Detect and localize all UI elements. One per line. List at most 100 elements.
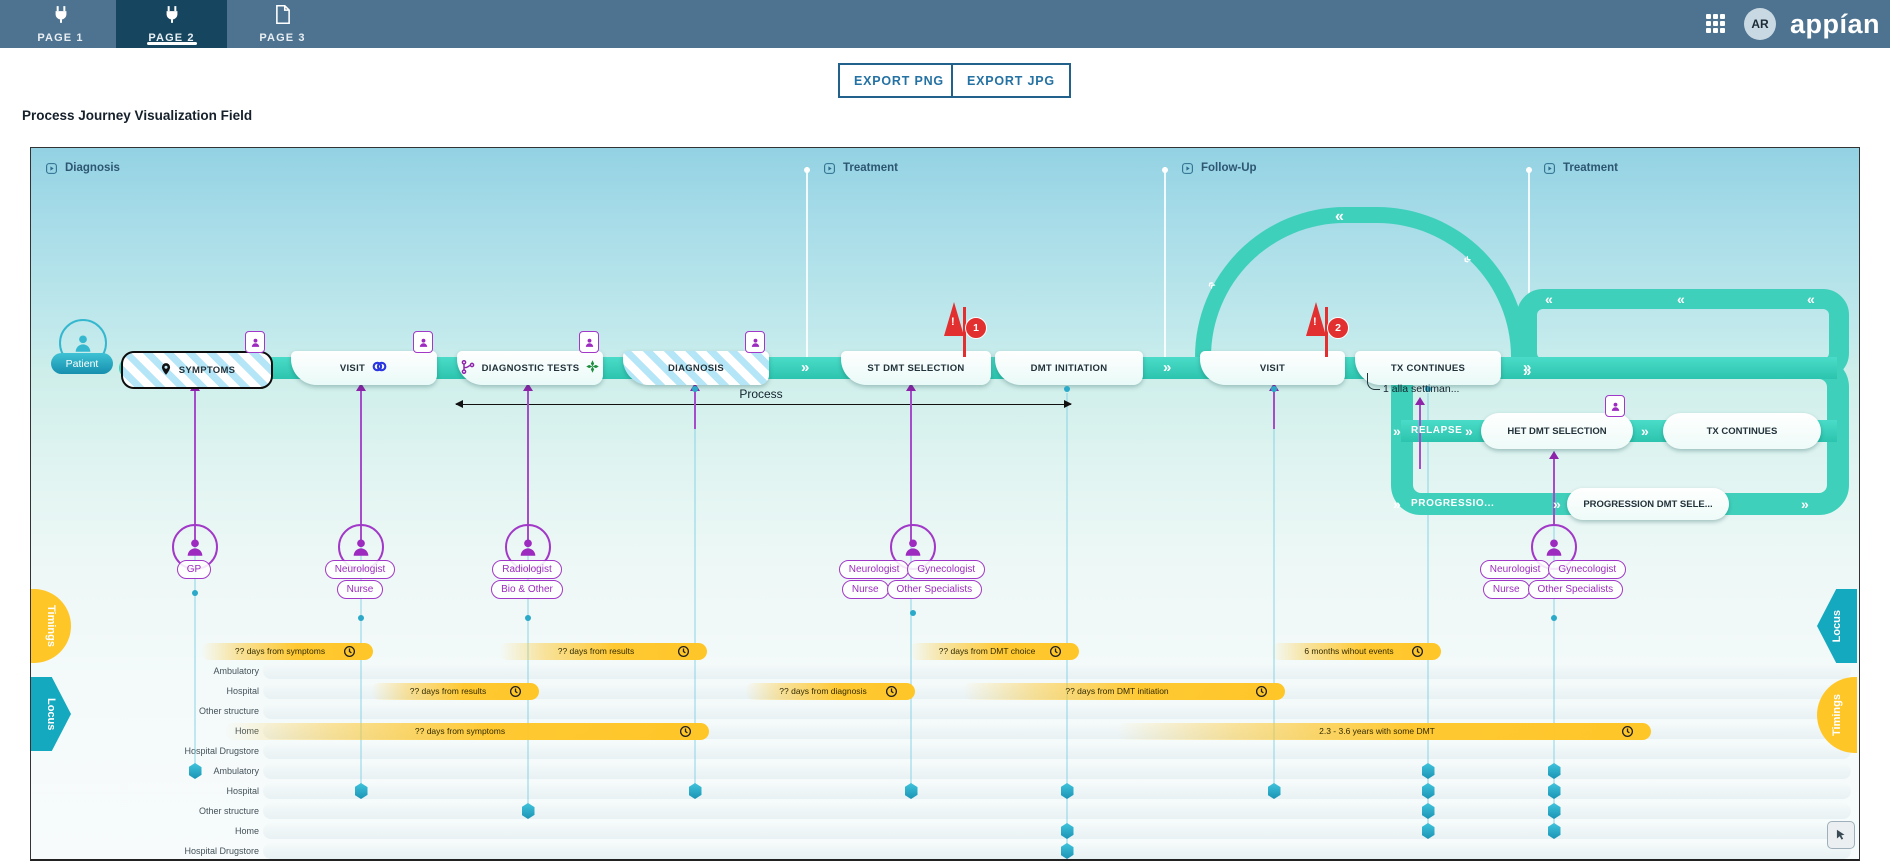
arc-chevron-top-icon: «	[1335, 209, 1342, 225]
actor-pill[interactable]: Radiologist	[492, 560, 561, 579]
branch-step-het-dmt-selection[interactable]: HET DMT SELECTION	[1481, 413, 1633, 449]
nav-tab-page-2[interactable]: PAGE 2	[116, 0, 227, 48]
step-label: SYMPTOMS	[179, 365, 236, 376]
loop-return-chevron-icon: «	[1545, 292, 1551, 306]
connector-dot	[692, 386, 698, 392]
timing-bar-label: 2.3 - 3.6 years with some DMT	[1319, 726, 1449, 736]
actor-label-row: Neurologist	[327, 560, 396, 579]
timing-bar-label: ?? days from results	[558, 646, 649, 656]
phase-icon	[45, 162, 58, 180]
journey-step-visit[interactable]: VISIT	[1200, 351, 1345, 385]
locus-row-label: Hospital Drugstore	[61, 746, 259, 756]
side-tab-label: Locus	[1831, 610, 1843, 642]
phase-separator-dot	[804, 167, 810, 173]
locus-row-label: Hospital Drugstore	[61, 846, 259, 856]
locus-row-label: Ambulatory	[61, 666, 259, 676]
timing-bar-label: 6 months wihout events	[1304, 646, 1407, 656]
journey-step-st-dmt-selection[interactable]: ST DMT SELECTION	[841, 351, 991, 385]
phase-label-treatment: Treatment	[843, 162, 898, 174]
journey-step-visit[interactable]: VISIT	[291, 351, 437, 385]
nav-tab-page-3[interactable]: PAGE 3	[227, 0, 338, 48]
top-navbar: PAGE 1 PAGE 2 PAGE 3 AR appían	[0, 0, 1890, 48]
actor-pill[interactable]: Neurologist	[325, 560, 396, 579]
timing-bar-label: ?? days from symptoms	[235, 646, 339, 656]
timing-bar: ?? days from results	[499, 643, 707, 660]
connector-line	[194, 385, 196, 541]
journey-step-diagnosis[interactable]: DIAGNOSIS	[623, 351, 769, 385]
phase-icon	[823, 162, 836, 180]
actor-label-row: NurseOther Specialists	[844, 580, 982, 599]
step-label: TX CONTINUES	[1391, 363, 1465, 374]
actor-pill[interactable]: Other Specialists	[1528, 580, 1624, 599]
branch-step-tx-continues[interactable]: TX CONTINUES	[1663, 413, 1821, 449]
branch-step-progression-dmt-sele-[interactable]: PROGRESSION DMT SELE...	[1567, 488, 1729, 520]
actor-pill[interactable]: Neurologist	[839, 560, 910, 579]
annotation-connector	[1367, 373, 1380, 390]
person-badge	[413, 331, 433, 353]
locus-row-label: Ambulatory	[61, 766, 259, 776]
selection-tool-icon[interactable]	[1827, 821, 1855, 849]
timing-bar: 6 months wihout events	[1271, 643, 1441, 660]
branch-chevron-icon: »	[1641, 424, 1647, 438]
clock-icon	[1049, 645, 1076, 660]
patient-label: Patient	[51, 353, 113, 374]
locus-row-label: Other structure	[61, 806, 259, 816]
nav-tab-label: PAGE 3	[259, 32, 305, 44]
timing-bar: ?? days from results	[371, 683, 539, 700]
journey-step-diagnostic-tests[interactable]: DIAGNOSTIC TESTS	[457, 351, 603, 385]
actor-pill[interactable]: Bio & Other	[491, 580, 563, 599]
clock-icon	[1411, 645, 1438, 660]
actor-pill[interactable]: Nurse	[1483, 580, 1530, 599]
actor-pill[interactable]: Other Specialists	[887, 580, 983, 599]
branch-chevron-icon: »	[1393, 424, 1399, 438]
branch-icon	[460, 359, 476, 378]
actor-pill[interactable]: GP	[177, 560, 211, 579]
clock-icon	[677, 645, 704, 660]
phase-label-follow-up: Follow-Up	[1201, 162, 1257, 174]
locus-row	[263, 843, 1851, 859]
nav-right-cluster: AR appían	[1706, 0, 1890, 48]
app-grid-icon[interactable]	[1706, 14, 1726, 34]
locus-row	[263, 703, 1851, 719]
actor-pill[interactable]: Neurologist	[1480, 560, 1551, 579]
export-png-button[interactable]: EXPORT PNG	[838, 63, 960, 98]
annotation-text: 1 alla settiman...	[1383, 383, 1459, 395]
step-label: ST DMT SELECTION	[867, 363, 964, 374]
progression-label: PROGRESSIO...	[1411, 498, 1494, 509]
actor-pill[interactable]: Gynecologist	[907, 560, 985, 579]
actor-pill[interactable]: Nurse	[842, 580, 889, 599]
medical-icon	[585, 359, 600, 377]
connector-line	[527, 385, 529, 541]
journey-step-dmt-initiation[interactable]: DMT INITIATION	[995, 351, 1143, 385]
branch-chevron-icon: »	[1393, 497, 1399, 511]
side-tab-locus-right[interactable]: Locus	[1817, 589, 1857, 663]
clock-icon	[679, 725, 706, 740]
avatar[interactable]: AR	[1744, 8, 1776, 40]
timing-bar: ?? days from symptoms	[225, 723, 709, 740]
timing-bar-label: ?? days from results	[410, 686, 501, 696]
connector-dot	[192, 590, 198, 596]
timing-bar: ?? days from diagnosis	[745, 683, 915, 700]
relapse-label: RELAPSE	[1411, 425, 1462, 436]
nav-tab-label: PAGE 1	[37, 32, 83, 44]
actor-label-row: Radiologist	[494, 560, 561, 579]
timing-bar-label: ?? days from DMT initiation	[1065, 686, 1182, 696]
clock-icon	[1255, 685, 1282, 700]
actor-pill[interactable]: Gynecologist	[1548, 560, 1626, 579]
frame-main-chevron-icon: »	[1523, 364, 1529, 379]
step-label: DIAGNOSIS	[668, 363, 724, 374]
timing-bar: 2.3 - 3.6 years with some DMT	[1117, 723, 1651, 740]
clock-icon	[509, 685, 536, 700]
export-jpg-button[interactable]: EXPORT JPG	[951, 63, 1071, 98]
process-arrow	[456, 404, 1071, 405]
person-badge	[245, 331, 265, 353]
pin-icon	[159, 361, 173, 380]
actor-label-row: NurseOther Specialists	[1485, 580, 1623, 599]
person-badge	[745, 331, 765, 353]
actor-pill[interactable]: Nurse	[337, 580, 384, 599]
journey-step-symptoms[interactable]: SYMPTOMS	[121, 351, 273, 389]
side-tab-timings-left[interactable]: Timings	[31, 589, 71, 663]
nav-tab-page-1[interactable]: PAGE 1	[5, 0, 116, 48]
side-tab-label: Timings	[1831, 694, 1843, 736]
risk-flag-exclamation: !	[1313, 316, 1317, 328]
